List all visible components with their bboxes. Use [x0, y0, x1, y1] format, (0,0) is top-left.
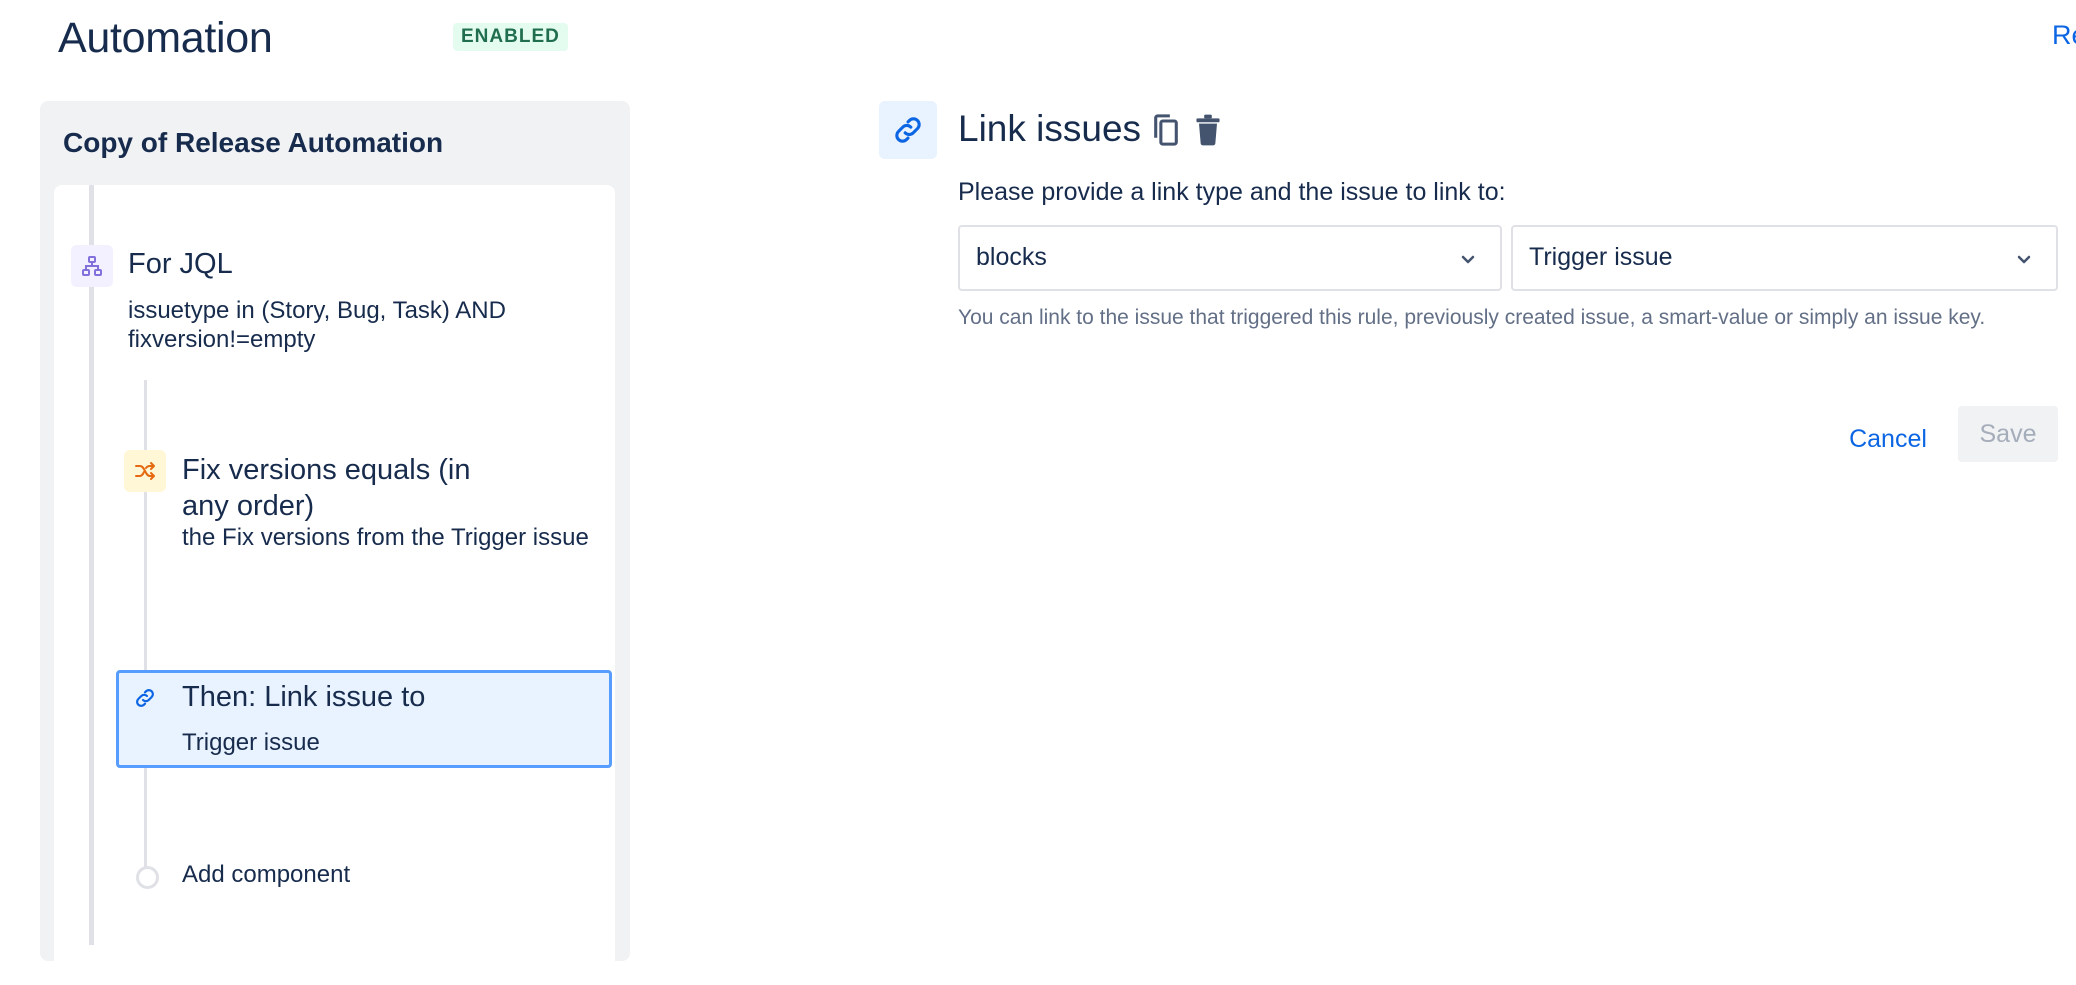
issue-help-text: You can link to the issue that triggered…: [958, 306, 1986, 329]
branch-hierarchy-icon: [71, 245, 113, 287]
issue-select[interactable]: Trigger issue: [1511, 225, 2058, 291]
link-icon: [125, 678, 165, 718]
issue-value: Trigger issue: [1529, 243, 1673, 271]
detail-title: Link issues: [958, 108, 1142, 149]
node-for-jql-title[interactable]: For JQL: [128, 246, 233, 282]
node-condition-title[interactable]: Fix versions equals (in any order): [182, 452, 512, 524]
save-button[interactable]: Save: [1958, 406, 2058, 462]
add-component-dot[interactable]: [136, 866, 159, 889]
copy-icon[interactable]: [1150, 112, 1182, 148]
node-for-jql-subtitle: issuetype in (Story, Bug, Task) AND fixv…: [128, 297, 506, 353]
cancel-button[interactable]: Cancel: [1832, 414, 1944, 464]
add-component-button[interactable]: Add component: [182, 861, 350, 889]
chevron-down-icon: [1461, 255, 1475, 264]
node-action-title[interactable]: Then: Link issue to: [182, 679, 425, 715]
node-condition-subtitle: the Fix versions from the Trigger issue: [182, 524, 589, 551]
rule-name: Copy of Release Automation: [63, 127, 444, 158]
link-type-value: blocks: [976, 243, 1047, 271]
top-right-link[interactable]: Re: [2052, 20, 2076, 51]
status-badge: ENABLED: [453, 23, 568, 51]
flow-main-line: [89, 185, 94, 945]
link-icon: [879, 101, 937, 159]
trash-icon[interactable]: [1192, 112, 1224, 148]
link-prompt-label: Please provide a link type and the issue…: [958, 178, 1506, 206]
node-action-subtitle: Trigger issue: [182, 729, 320, 756]
page-title: Automation: [58, 14, 273, 62]
shuffle-icon: [124, 450, 166, 492]
link-type-select[interactable]: blocks: [958, 225, 1502, 291]
chevron-down-icon: [2017, 255, 2031, 264]
